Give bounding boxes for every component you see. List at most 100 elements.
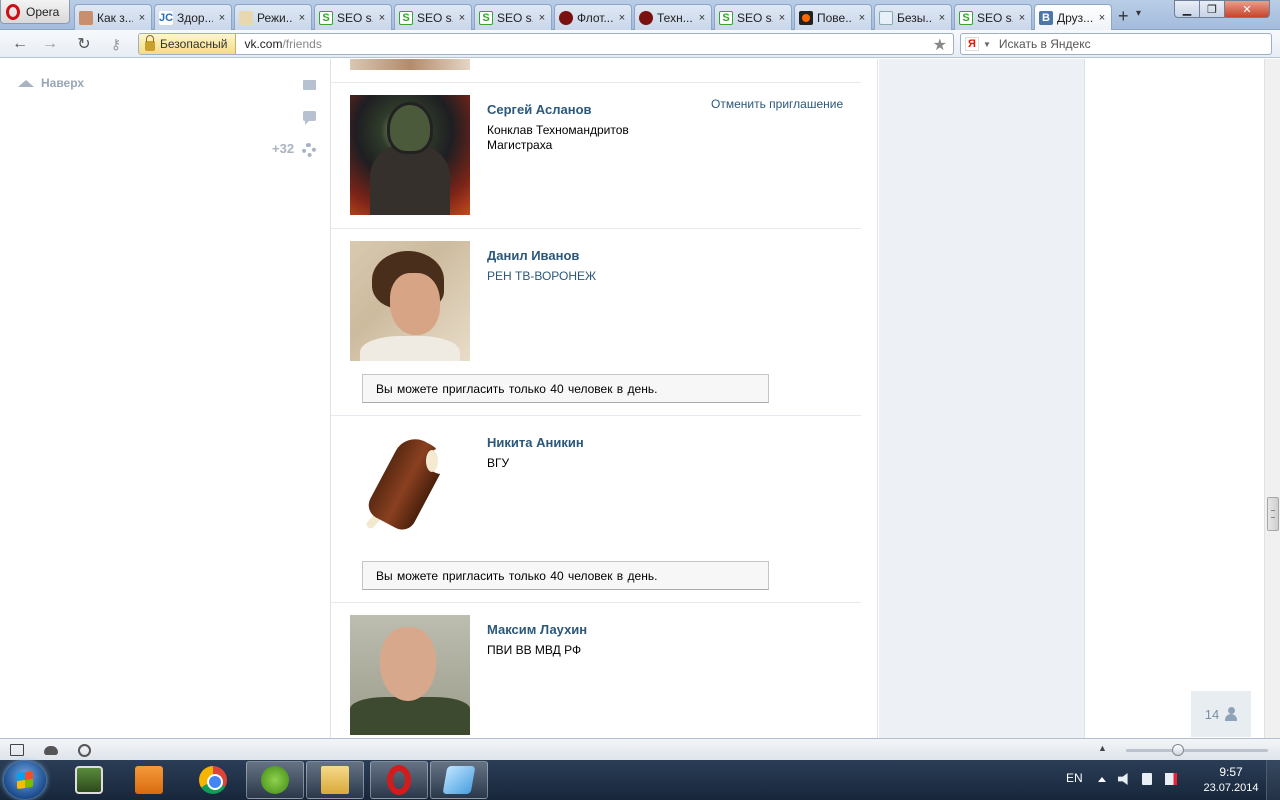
network-icon[interactable]: [1165, 773, 1177, 785]
comment-icon[interactable]: [303, 111, 316, 125]
seo-favicon-icon: S: [719, 10, 733, 25]
tab-close-icon[interactable]: ×: [377, 12, 387, 24]
url-path: /friends: [282, 37, 322, 51]
tab-close-icon[interactable]: ×: [297, 12, 307, 24]
status-up-arrow-icon[interactable]: ▲: [1098, 743, 1107, 753]
chat-online-button[interactable]: 14: [1191, 691, 1251, 737]
friend-name[interactable]: Сергей Асланов: [487, 102, 592, 117]
scrollbar-thumb[interactable]: [1267, 497, 1279, 531]
terminal-icon: [75, 766, 103, 794]
avatar[interactable]: [350, 95, 470, 215]
avatar-partial[interactable]: [350, 59, 470, 70]
friend-name[interactable]: Данил Иванов: [487, 248, 579, 263]
url-input[interactable]: Безопасный vk.com/friends ★: [138, 33, 954, 55]
friend-info-link[interactable]: РЕН ТВ-ВОРОНЕЖ: [487, 269, 687, 284]
browser-tab[interactable]: Флот... ×: [554, 4, 632, 30]
key-icon[interactable]: ⚷: [106, 34, 126, 54]
tab-title: Как з...: [97, 10, 133, 25]
divider: [331, 602, 861, 603]
avatar[interactable]: [350, 615, 470, 735]
avatar[interactable]: [350, 241, 470, 361]
tab-title: Режи...: [257, 10, 293, 25]
window-restore-button[interactable]: ❐: [1199, 0, 1225, 18]
face-favicon-icon: [79, 10, 93, 25]
tab-close-icon[interactable]: ×: [857, 12, 867, 24]
page-scrollbar[interactable]: [1264, 59, 1280, 738]
friend-row: Никита Аникин ВГУ Вы можете пригласить т…: [331, 428, 861, 603]
tab-close-icon[interactable]: ×: [217, 12, 227, 24]
reload-icon[interactable]: ↻: [74, 34, 94, 54]
up-arrow-icon: [18, 79, 34, 87]
tab-close-icon[interactable]: ×: [777, 12, 787, 24]
tab-close-icon[interactable]: ×: [937, 12, 947, 24]
scroll-to-top-link[interactable]: Наверх: [18, 76, 84, 90]
taskbar-app-torrent[interactable]: [246, 761, 304, 799]
browser-tab[interactable]: Пове... ×: [794, 4, 872, 30]
taskbar-app-opera[interactable]: [370, 761, 428, 799]
window-close-button[interactable]: ✕: [1224, 0, 1270, 18]
cancel-invite-link[interactable]: Отменить приглашение: [711, 97, 843, 111]
tab-close-icon[interactable]: ×: [137, 12, 147, 24]
browser-tab[interactable]: S SEO s... ×: [714, 4, 792, 30]
taskbar-app-chrome[interactable]: [184, 761, 242, 799]
browser-tab-active[interactable]: B Друз... ×: [1034, 4, 1112, 31]
avatar[interactable]: [350, 428, 470, 548]
opera-menu-button[interactable]: Opera: [0, 0, 70, 24]
search-input[interactable]: Я ▼ Искать в Яндекс: [960, 33, 1272, 55]
taskbar-app-media[interactable]: [120, 761, 178, 799]
show-desktop-button[interactable]: [1266, 760, 1280, 800]
zoom-slider-handle[interactable]: [1172, 744, 1184, 756]
tab-close-icon[interactable]: ×: [617, 12, 627, 24]
window-minimize-button[interactable]: ▁: [1174, 0, 1200, 18]
taskbar-app-terminal[interactable]: [60, 761, 118, 799]
forward-arrow-icon[interactable]: →: [40, 34, 60, 54]
action-center-flag-icon[interactable]: [1142, 773, 1152, 785]
keyboard-language[interactable]: EN: [1066, 771, 1083, 785]
new-tab-button[interactable]: +: [1118, 6, 1129, 27]
browser-tab[interactable]: JC Здор... ×: [154, 4, 232, 30]
invite-limit-notice: Вы можете пригласить только 40 человек в…: [362, 374, 769, 403]
browser-tab[interactable]: S SEO s... ×: [314, 4, 392, 30]
tab-close-icon[interactable]: ×: [457, 12, 467, 24]
gear-icon[interactable]: [302, 143, 316, 157]
browser-tab[interactable]: Как з... ×: [74, 4, 152, 30]
tray-expand-icon[interactable]: [1098, 777, 1106, 782]
invite-limit-notice: Вы можете пригласить только 40 человек в…: [362, 561, 769, 590]
yandex-icon[interactable]: Я: [965, 37, 979, 51]
url-host: vk.com: [244, 37, 283, 51]
browser-tab[interactable]: S SEO s... ×: [954, 4, 1032, 30]
panel-toggle-icon[interactable]: [10, 744, 24, 756]
browser-tab[interactable]: Техн... ×: [634, 4, 712, 30]
taskbar-app-explorer[interactable]: [306, 761, 364, 799]
friend-info: ВГУ: [487, 456, 510, 470]
tab-title: Друз...: [1057, 11, 1093, 25]
friend-name[interactable]: Максим Лаухин: [487, 622, 587, 637]
taskbar-app-notes[interactable]: [430, 761, 488, 799]
friend-name[interactable]: Никита Аникин: [487, 435, 584, 450]
browser-tab[interactable]: S SEO s... ×: [474, 4, 552, 30]
vk-page: Наверх +32 Сергей Асланов Конклав Техном…: [0, 59, 1264, 738]
mail-icon[interactable]: [303, 80, 316, 90]
browser-tab[interactable]: S SEO s... ×: [394, 4, 472, 30]
back-arrow-icon[interactable]: ←: [10, 34, 30, 54]
avatar-shirt: [360, 336, 460, 361]
tab-menu-chevron-icon[interactable]: ▾: [1136, 8, 1141, 19]
clock-date[interactable]: 23.07.2014: [1196, 782, 1266, 794]
browser-tab[interactable]: Безы... ×: [874, 4, 952, 30]
volume-icon[interactable]: [1118, 773, 1128, 785]
tab-close-icon[interactable]: ×: [1097, 12, 1107, 24]
opera-icon: [387, 765, 411, 795]
tab-close-icon[interactable]: ×: [537, 12, 547, 24]
tab-close-icon[interactable]: ×: [1017, 12, 1027, 24]
tab-close-icon[interactable]: ×: [697, 12, 707, 24]
bookmark-star-icon[interactable]: ★: [933, 35, 947, 55]
speedometer-icon[interactable]: [78, 744, 91, 757]
start-button[interactable]: [4, 761, 46, 799]
zoom-slider[interactable]: [1126, 749, 1268, 752]
cloud-icon[interactable]: [44, 746, 58, 755]
browser-tab[interactable]: Режи... ×: [234, 4, 312, 30]
security-badge[interactable]: Безопасный: [139, 34, 237, 54]
notification-count[interactable]: +32: [272, 141, 294, 156]
search-engine-chevron-icon[interactable]: ▼: [983, 40, 991, 49]
clock-time[interactable]: 9:57: [1206, 765, 1256, 779]
